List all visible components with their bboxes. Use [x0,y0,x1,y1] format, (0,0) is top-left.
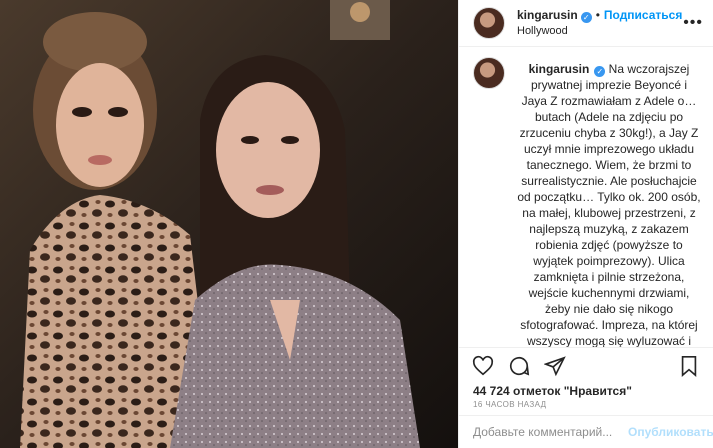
header-text: kingarusin ✓ • Подписаться Hollywood [517,7,682,39]
more-options-icon[interactable]: ••• [683,14,703,32]
heart-icon[interactable] [465,348,501,384]
verified-badge-icon: ✓ [594,65,606,77]
publish-button[interactable]: Опубликовать [628,425,713,439]
caption-username-link[interactable]: kingarusin [529,62,590,76]
post-photo-illustration [0,0,458,448]
comment-icon[interactable] [501,348,537,384]
post-sidebar: kingarusin ✓ • Подписаться Hollywood ••• ki… [458,0,713,448]
comment-form: Опубликовать [459,415,713,448]
location-link[interactable]: Hollywood [517,23,682,39]
instagram-post: kingarusin ✓ • Подписаться Hollywood ••• ki… [0,0,713,448]
avatar[interactable] [473,6,505,39]
username-link[interactable]: kingarusin [517,8,578,22]
caption-body: Na wczorajszej prywatnej imprezie Beyonc… [517,61,701,347]
follow-button[interactable]: Подписаться [604,8,682,22]
post-header: kingarusin ✓ • Подписаться Hollywood ••• [459,0,713,47]
likes-count[interactable]: 44 724 отметок "Нравится" [459,384,713,398]
share-icon[interactable] [537,348,573,384]
separator-dot: • [595,7,600,22]
caption: kingarusin ✓ Na wczorajszej prywatnej imp… [459,47,713,347]
verified-badge-icon: ✓ [580,11,592,23]
caption-text: kingarusin ✓ Na wczorajszej prywatnej imp… [517,61,701,347]
bookmark-icon[interactable] [671,348,707,384]
post-photo[interactable] [0,0,458,448]
comment-input[interactable] [473,425,628,440]
post-timestamp[interactable]: 16 ЧАСОВ НАЗАД [459,398,713,416]
action-bar [459,346,713,384]
caption-avatar[interactable] [473,56,505,89]
